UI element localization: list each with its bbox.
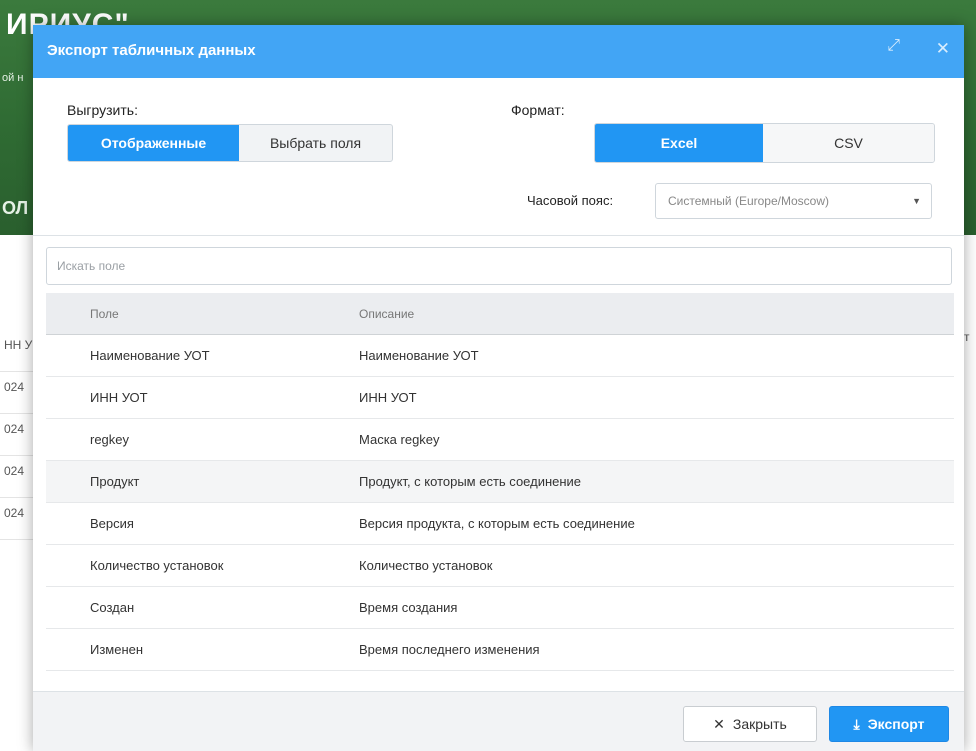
dialog-title: Экспорт табличных данных (47, 42, 256, 59)
download-icon: ⤓ (853, 715, 860, 732)
export-mode-label: Выгрузить: (67, 102, 138, 118)
export-button[interactable]: ⤓ Экспорт (829, 706, 949, 742)
column-header-field: Поле (90, 306, 119, 321)
field-name-cell: regkey (90, 432, 130, 447)
table-header: Поле Описание (46, 293, 954, 335)
export-dialog: Экспорт табличных данных ⤢ ✕ Выгрузить: … (33, 25, 964, 751)
field-description-cell: Время последнего изменения (359, 642, 540, 657)
field-description-cell: Продукт, с которым есть соединение (359, 474, 582, 489)
field-name-cell: Создан (90, 600, 135, 615)
search-field-input[interactable] (46, 247, 952, 285)
fields-table: Поле Описание Наименование УОТ Наименова… (46, 293, 954, 671)
table-row[interactable]: Создан Время создания (46, 587, 954, 629)
field-description-cell: Маска regkey (359, 432, 440, 447)
background-table-left-column: НН У 024 024 024 024 (0, 330, 34, 540)
column-header-description: Описание (359, 306, 415, 321)
format-csv-button[interactable]: CSV (763, 124, 934, 162)
table-row[interactable]: Наименование УОТ Наименование УОТ (46, 335, 954, 377)
field-name-cell: Наименование УОТ (90, 348, 210, 363)
field-name-cell: Продукт (90, 474, 140, 489)
field-description-cell: Время создания (359, 600, 458, 615)
table-row[interactable]: regkey Маска regkey (46, 419, 954, 461)
background-cell: 024 (0, 372, 34, 414)
field-name-cell: Изменен (90, 642, 144, 657)
background-cell: 024 (0, 414, 34, 456)
close-button-label: Закрыть (732, 716, 787, 732)
background-cell: 024 (0, 456, 34, 498)
close-button[interactable]: ✕ Закрыть (683, 706, 817, 742)
dialog-header: Экспорт табличных данных ⤢ ✕ (33, 25, 964, 78)
background-cell: 024 (0, 498, 34, 540)
export-displayed-button[interactable]: Отображенные (68, 125, 239, 161)
field-description-cell: Количество установок (359, 558, 493, 573)
close-icon: ✕ (713, 715, 725, 732)
export-select-fields-button[interactable]: Выбрать поля (239, 125, 392, 161)
timezone-select[interactable]: Системный (Europe/Moscow) ▼ (655, 183, 932, 219)
field-description-cell: Наименование УОТ (359, 348, 479, 363)
expand-icon[interactable]: ⤢ (887, 37, 900, 55)
export-mode-toggle: Отображенные Выбрать поля (67, 124, 393, 162)
format-toggle: Excel CSV (594, 123, 935, 163)
field-name-cell: Количество установок (90, 558, 224, 573)
table-row[interactable]: ИНН УОТ ИНН УОТ (46, 377, 954, 419)
background-subtitle: ой н (2, 72, 24, 84)
field-description-cell: ИНН УОТ (359, 390, 417, 405)
field-name-cell: Версия (90, 516, 134, 531)
table-row[interactable]: Продукт Продукт, с которым есть соединен… (46, 461, 954, 503)
table-row[interactable]: Изменен Время последнего изменения (46, 629, 954, 671)
chevron-down-icon: ▼ (912, 196, 921, 206)
export-button-label: Экспорт (867, 716, 925, 732)
timezone-value: Системный (Europe/Moscow) (668, 194, 829, 208)
format-excel-button[interactable]: Excel (595, 124, 763, 162)
timezone-label: Часовой пояс: (527, 193, 614, 208)
field-name-cell: ИНН УОТ (90, 390, 148, 405)
background-column-header: НН У (0, 330, 34, 372)
table-row[interactable]: Количество установок Количество установо… (46, 545, 954, 587)
format-label: Формат: (511, 102, 565, 118)
divider (33, 235, 964, 236)
close-icon[interactable]: ✕ (936, 39, 950, 59)
table-row[interactable]: Версия Версия продукта, с которым есть с… (46, 503, 954, 545)
dialog-footer: ✕ Закрыть ⤓ Экспорт (33, 691, 964, 751)
background-section-title: ОЛ (2, 198, 29, 218)
field-description-cell: Версия продукта, с которым есть соединен… (359, 516, 635, 531)
